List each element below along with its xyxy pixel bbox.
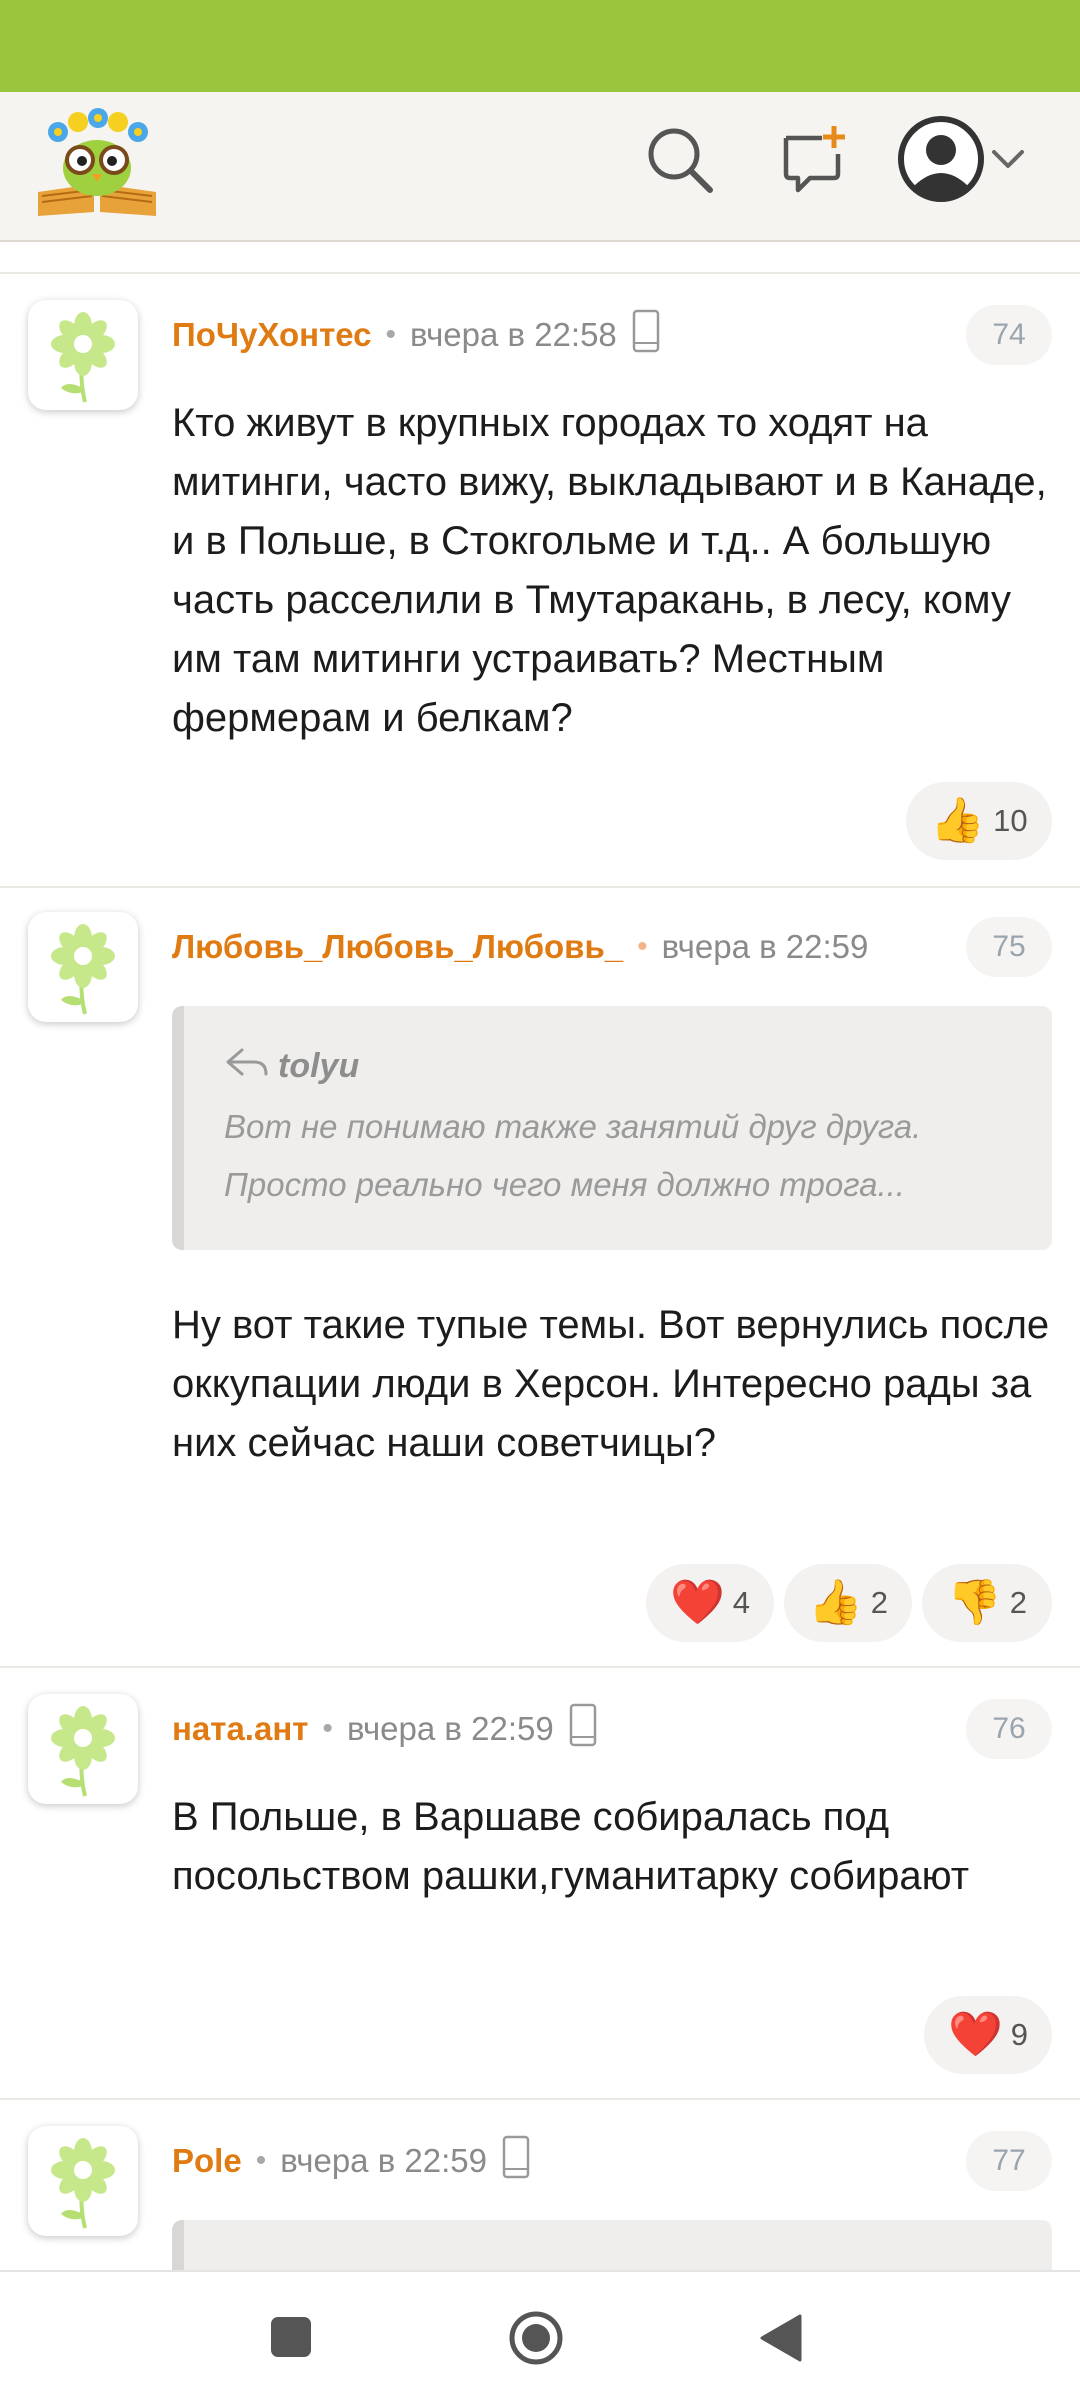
- home-icon[interactable]: [508, 2310, 564, 2366]
- comment-text: Ну вот такие тупые темы. Вот вернулись п…: [172, 1303, 1050, 1465]
- mobile-phone-icon: [568, 1702, 598, 1756]
- profile-icon[interactable]: [898, 116, 984, 202]
- reaction-count: 2: [870, 1585, 889, 1620]
- reaction-count: 10: [993, 803, 1028, 838]
- comment-meta: Любовь_Любовь_Любовь_ • вчера в 22:59: [172, 922, 932, 972]
- comment-meta: Pole • вчера в 22:59: [172, 2134, 531, 2188]
- avatar[interactable]: [28, 912, 138, 1022]
- system-nav-bar: [0, 2270, 1080, 2402]
- reaction-heart[interactable]: ❤️ 9: [924, 1996, 1052, 2074]
- reaction-count: 2: [1009, 1585, 1028, 1620]
- divider: [0, 1666, 1080, 1668]
- reaction-heart[interactable]: ❤️ 4: [646, 1564, 774, 1642]
- avatar[interactable]: [28, 1694, 138, 1804]
- reaction-count: 9: [1010, 2017, 1029, 2052]
- comment-meta: ПоЧуХонтес • вчера в 22:58: [172, 308, 661, 362]
- thumbs-down-icon: 👎: [946, 1578, 1002, 1627]
- quote-author: tolyu: [224, 1046, 359, 1087]
- chevron-down-icon[interactable]: [990, 142, 1026, 178]
- heart-icon: ❤️: [947, 2010, 1003, 2059]
- reply-arrow-icon: [224, 1046, 270, 1087]
- comment-text: Кто живут в крупных городах то ходят на …: [172, 401, 1047, 740]
- reaction-dislike[interactable]: 👎 2: [922, 1564, 1052, 1642]
- comment-number-badge[interactable]: 74: [966, 305, 1052, 365]
- mobile-phone-icon: [631, 308, 661, 362]
- comment-time: вчера в 22:59: [661, 928, 869, 965]
- comment-meta: ната.ант • вчера в 22:59: [172, 1702, 598, 1756]
- comment-time: вчера в 22:59: [280, 2142, 487, 2179]
- divider: [0, 272, 1080, 274]
- meta-dot: •: [385, 318, 397, 351]
- mobile-phone-icon: [501, 2134, 531, 2188]
- comment-number-badge[interactable]: 75: [966, 917, 1052, 977]
- new-topic-icon[interactable]: [772, 120, 852, 200]
- quote-block[interactable]: tolyu Вот не понимаю также занятий друг …: [172, 1006, 1052, 1250]
- author-name[interactable]: ПоЧуХонтес: [172, 316, 372, 354]
- comment-number-badge[interactable]: 76: [966, 1699, 1052, 1759]
- heart-icon: ❤️: [669, 1578, 725, 1627]
- author-name[interactable]: Pole: [172, 2142, 242, 2180]
- quote-author-name: tolyu: [278, 1047, 360, 1085]
- author-name[interactable]: ната.ант: [172, 1710, 308, 1748]
- quote-text-line: Вот не понимаю также занятий друг друга.: [224, 1108, 922, 1145]
- thumbs-up-icon: 👍: [930, 796, 986, 845]
- owl-logo-icon[interactable]: [34, 106, 160, 218]
- meta-dot: •: [637, 930, 648, 963]
- back-icon[interactable]: [756, 2312, 804, 2364]
- author-name[interactable]: Любовь_Любовь_Любовь_: [172, 928, 623, 966]
- comment-time: вчера в 22:58: [410, 316, 617, 353]
- reaction-count: 4: [732, 1585, 751, 1620]
- thumbs-up-icon: 👍: [807, 1578, 863, 1627]
- divider: [0, 2098, 1080, 2100]
- comment-text: В Польше, в Варшаве собиралась под посол…: [172, 1795, 970, 1898]
- reaction-like[interactable]: 👍 10: [906, 782, 1052, 860]
- search-icon[interactable]: [640, 120, 720, 200]
- comment-time: вчера в 22:59: [346, 1710, 554, 1747]
- meta-dot: •: [322, 1712, 333, 1745]
- quote-text-line: Просто реально чего меня должно трога...: [224, 1166, 905, 1203]
- meta-dot: •: [255, 2144, 267, 2177]
- app-header: [0, 92, 1080, 242]
- avatar[interactable]: [28, 2126, 138, 2236]
- recents-icon[interactable]: [268, 2314, 314, 2360]
- reaction-like[interactable]: 👍 2: [784, 1564, 912, 1642]
- status-bar: [0, 0, 1080, 92]
- divider: [0, 886, 1080, 888]
- avatar[interactable]: [28, 300, 138, 410]
- comment-number-badge[interactable]: 77: [966, 2131, 1052, 2191]
